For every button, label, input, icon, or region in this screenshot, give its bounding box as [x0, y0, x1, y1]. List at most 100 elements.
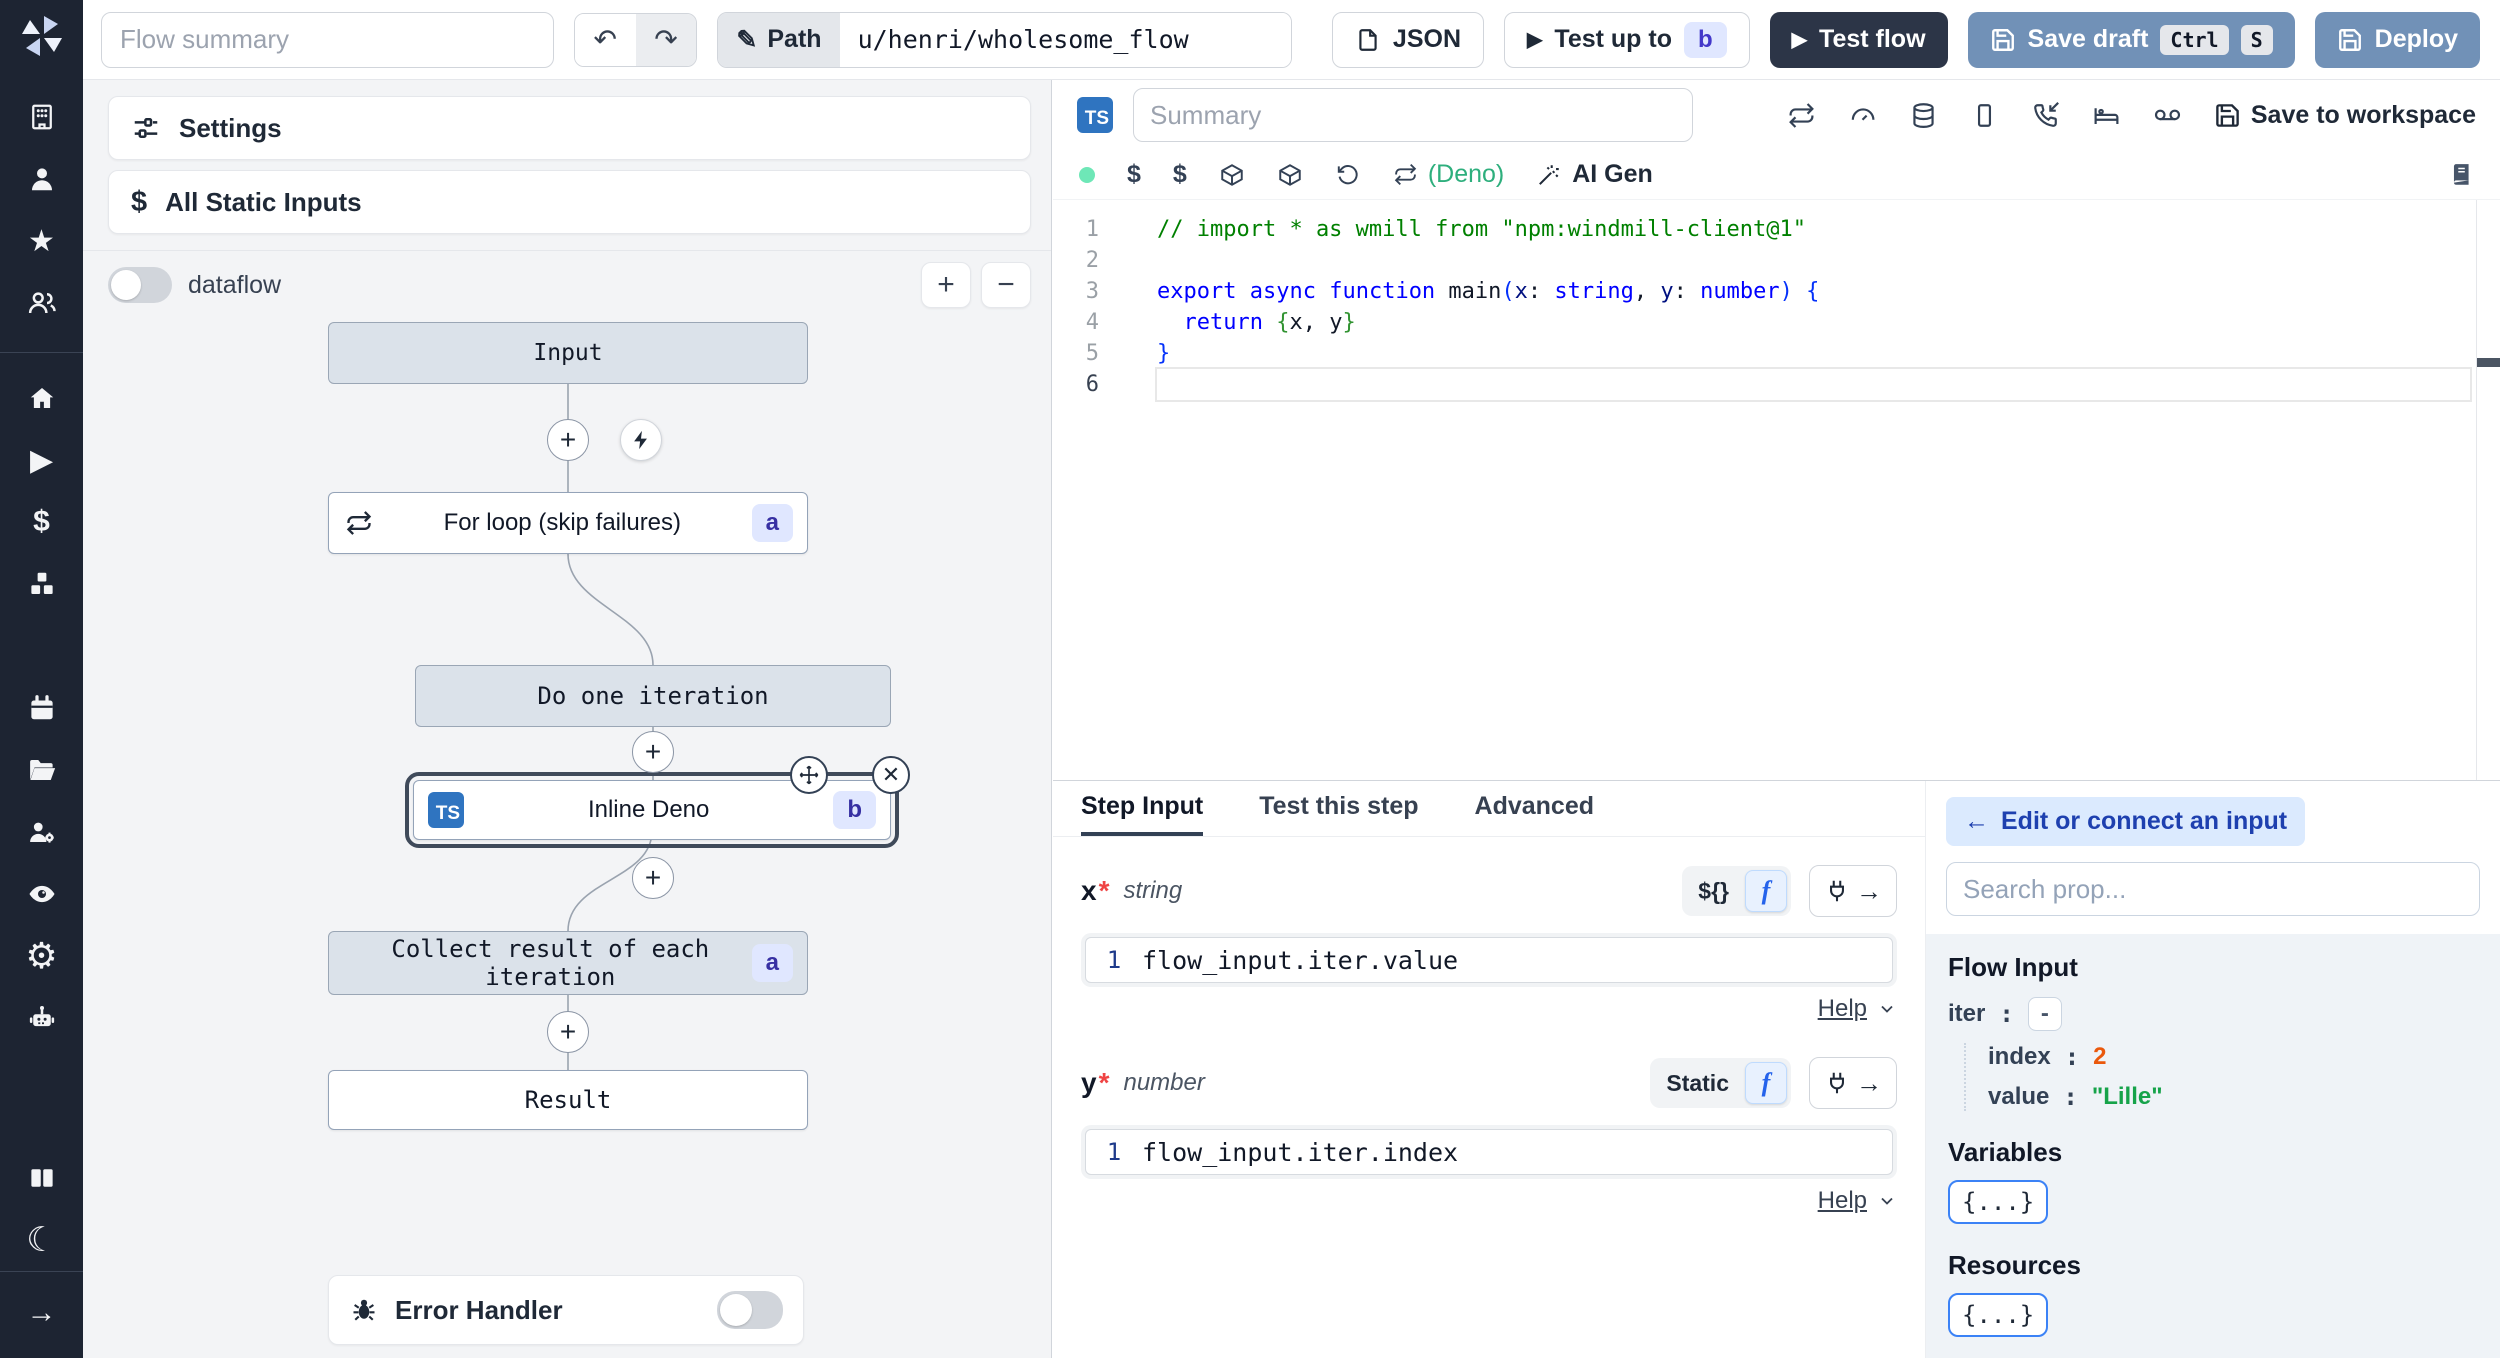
home-icon[interactable] [0, 367, 83, 429]
variable-picker-icon[interactable]: $ [1127, 160, 1141, 189]
user-icon[interactable] [0, 148, 83, 210]
zoom-out-button[interactable]: − [981, 262, 1031, 308]
bug-icon [353, 1299, 375, 1321]
resources-boxes-icon[interactable] [0, 553, 83, 615]
tab-test-this-step[interactable]: Test this step [1259, 781, 1418, 836]
minimap-gutter[interactable] [2476, 200, 2500, 780]
code-editor[interactable]: 123456 // import * as wmill from "npm:wi… [1053, 200, 2500, 780]
step-summary-input[interactable] [1133, 88, 1693, 142]
expr-editor-y[interactable]: 1 flow_input.iter.index [1081, 1125, 1897, 1179]
ai-gen-button[interactable]: AI Gen [1536, 160, 1653, 189]
add-step-button[interactable]: + [547, 419, 589, 461]
redo-button[interactable]: ↷ [635, 13, 697, 66]
move-step-button[interactable] [790, 756, 828, 794]
cache-database-icon[interactable] [1909, 101, 1938, 130]
collapse-sidebar-arrow-icon[interactable]: → [0, 1282, 83, 1344]
deploy-button[interactable]: Deploy [2314, 11, 2480, 68]
settings-gear-icon[interactable]: ⚙ [0, 925, 83, 987]
test-flow-button[interactable]: ▶ Test flow [1769, 11, 1948, 68]
schedules-calendar-icon[interactable] [0, 677, 83, 739]
help-link[interactable]: Help [1818, 995, 1867, 1023]
template-mode-option[interactable]: ${} [1686, 872, 1741, 911]
retry-icon[interactable] [1787, 101, 1816, 130]
library-book-icon[interactable] [2448, 162, 2474, 188]
undo-button[interactable]: ↶ [574, 13, 636, 66]
save-to-workspace-button[interactable]: Save to workspace [2214, 101, 2476, 130]
runtime-selector[interactable]: (Deno) [1393, 160, 1504, 189]
dark-mode-moon-icon[interactable]: ☾ [0, 1209, 83, 1271]
dataflow-toggle[interactable] [108, 267, 172, 303]
add-step-button[interactable]: + [547, 1011, 589, 1053]
add-step-button[interactable]: + [632, 857, 674, 899]
typescript-badge: TS [1077, 97, 1113, 133]
package-cube-icon[interactable] [1219, 162, 1245, 188]
prop-iter[interactable]: iter: - [1948, 997, 2478, 1031]
flow-node-input[interactable]: Input [328, 322, 808, 384]
variables-title: Variables [1948, 1137, 2063, 1167]
help-row-y: Help [1081, 1187, 1897, 1215]
javascript-mode-option[interactable]: f [1745, 1062, 1787, 1104]
mock-voicemail-icon[interactable] [2153, 101, 2182, 130]
edit-or-connect-button[interactable]: ← Edit or connect an input [1946, 797, 2306, 846]
chevron-down-icon[interactable] [1877, 999, 1897, 1019]
tab-step-input[interactable]: Step Input [1081, 781, 1204, 836]
prop-index[interactable]: index: 2 [1988, 1043, 2478, 1071]
ai-robot-icon[interactable] [0, 987, 83, 1049]
collapsed-object-value[interactable]: - [2027, 997, 2062, 1031]
status-dot [1079, 166, 1095, 183]
expr-editor-x[interactable]: 1 flow_input.iter.value [1081, 933, 1897, 987]
history-rotate-icon[interactable] [1335, 162, 1361, 188]
error-handler-toggle[interactable] [717, 1291, 783, 1329]
code-lines[interactable]: // import * as wmill from "npm:windmill-… [1125, 200, 2500, 780]
arrow-left-icon: ← [1964, 807, 1989, 835]
resource-picker-icon[interactable]: $ [1173, 160, 1187, 189]
prop-value[interactable]: value: "Lille" [1988, 1083, 2478, 1111]
chevron-down-icon[interactable] [1877, 1191, 1897, 1211]
workspace-icon[interactable] [0, 86, 83, 148]
typescript-badge: TS [428, 792, 464, 828]
connect-input-button-y[interactable]: → [1809, 1057, 1897, 1109]
repeat-icon [346, 511, 372, 535]
connect-input-button-x[interactable]: → [1809, 865, 1897, 917]
search-prop-input[interactable] [1946, 862, 2480, 916]
flow-node-result[interactable]: Result [328, 1070, 808, 1130]
flow-node-collect-result[interactable]: Collect result of each iteration a [328, 931, 808, 995]
reload-icon [1394, 163, 1417, 186]
variables-object-button[interactable]: {...} [1948, 1180, 2049, 1224]
all-static-inputs-button[interactable]: $ All Static Inputs [108, 170, 1031, 234]
flow-settings-button[interactable]: Settings [108, 96, 1031, 160]
json-button[interactable]: JSON [1331, 11, 1485, 68]
help-link[interactable]: Help [1818, 1187, 1867, 1215]
flow-node-for-loop[interactable]: For loop (skip failures) a [328, 492, 808, 554]
package-cube-icon[interactable] [1277, 162, 1303, 188]
variables-dollar-icon[interactable]: $ [0, 491, 83, 553]
trigger-bolt-button[interactable] [620, 419, 662, 461]
audit-eye-icon[interactable] [0, 863, 83, 925]
folders-icon[interactable] [0, 739, 83, 801]
sleep-bed-icon[interactable] [2092, 101, 2121, 130]
file-json-icon [1355, 27, 1381, 53]
concurrency-gauge-icon[interactable] [1848, 101, 1877, 130]
save-draft-button[interactable]: Save draft Ctrl S [1967, 11, 2295, 68]
flow-summary-input[interactable] [101, 11, 554, 68]
tab-advanced[interactable]: Advanced [1475, 781, 1594, 836]
path-input[interactable] [839, 12, 1291, 67]
zoom-in-button[interactable]: + [921, 262, 971, 308]
docs-books-icon[interactable] [0, 1147, 83, 1209]
undo-redo-group: ↶ ↷ [573, 12, 698, 67]
flow-node-do-one-iteration[interactable]: Do one iteration [415, 665, 891, 727]
favorites-star-icon[interactable]: ★ [0, 210, 83, 272]
resources-object-button[interactable]: {...} [1948, 1293, 2049, 1337]
test-up-to-button[interactable]: ▶ Test up to b [1504, 11, 1750, 68]
runs-play-icon[interactable]: ▶ [0, 429, 83, 491]
users-admin-icon[interactable] [0, 801, 83, 863]
add-step-button[interactable]: + [632, 731, 674, 773]
delete-step-button[interactable]: ✕ [872, 756, 910, 794]
groups-icon[interactable] [0, 272, 83, 334]
timeout-frame-icon[interactable] [1970, 101, 1999, 130]
windmill-logo-icon[interactable] [18, 12, 66, 60]
javascript-mode-option[interactable]: f [1745, 870, 1787, 912]
suspend-phone-icon[interactable] [2031, 101, 2060, 130]
static-mode-option[interactable]: Static [1654, 1064, 1741, 1103]
resources-title: Resources [1948, 1250, 2081, 1280]
